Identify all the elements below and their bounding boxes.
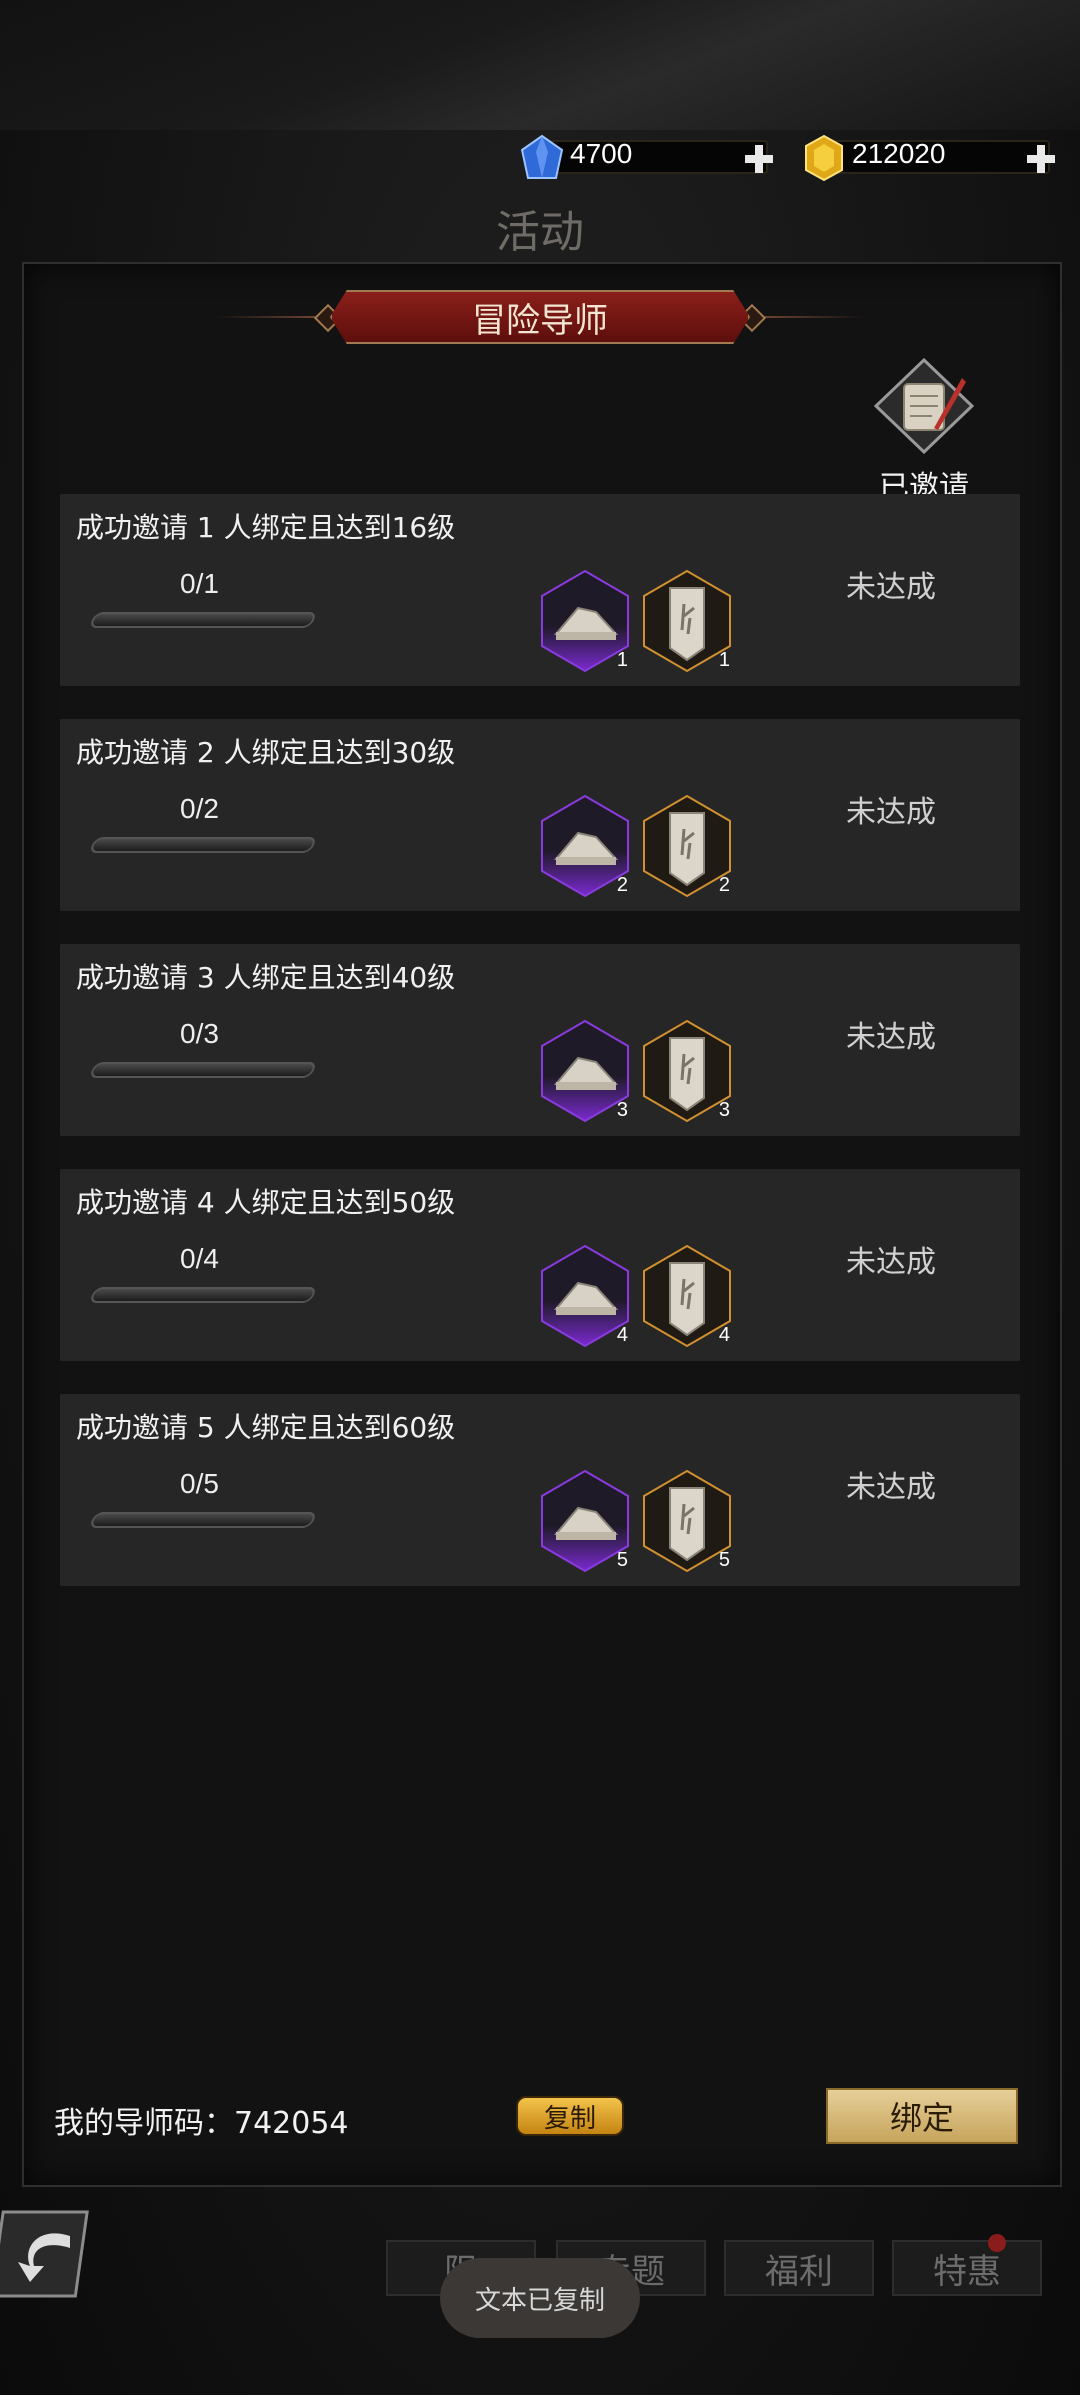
task-title: 成功邀请 2 人绑定且达到30级 [76, 736, 456, 769]
task-progress-text: 0/3 [180, 1018, 219, 1049]
gold-amount: 212020 [852, 138, 946, 169]
task-progress-bar [88, 837, 318, 853]
invited-button[interactable]: 已邀请 [868, 357, 980, 506]
task-row: 成功邀请 2 人绑定且达到30级 0/2 2 2 未达成 [60, 719, 1020, 911]
reward-item-banner[interactable]: 2 [640, 793, 734, 899]
toast-message: 文本已复制 [440, 2258, 640, 2338]
task-progress-fill [91, 614, 97, 626]
reward-item-banner[interactable]: 4 [640, 1243, 734, 1349]
task-progress-text: 0/5 [180, 1468, 219, 1499]
reward-item-banner[interactable]: 1 [640, 568, 734, 674]
task-progress-fill [91, 839, 97, 851]
scroll-quill-icon [873, 357, 975, 455]
task-status: 未达成 [846, 1245, 936, 1280]
add-diamond-icon[interactable] [742, 142, 776, 176]
reward-item-rock[interactable]: 5 [538, 1468, 632, 1574]
task-title: 成功邀请 4 人绑定且达到50级 [76, 1186, 456, 1219]
task-status: 未达成 [846, 795, 936, 830]
reward-count: 4 [718, 1324, 730, 1346]
banner-line-right [750, 316, 865, 318]
page-title: 活动 [496, 207, 584, 258]
task-row: 成功邀请 4 人绑定且达到50级 0/4 4 4 未达成 [60, 1169, 1020, 1361]
copy-button[interactable]: 复制 [516, 2096, 624, 2136]
tab-welfare[interactable]: 福利 [724, 2240, 874, 2296]
task-status: 未达成 [846, 1020, 936, 1055]
notification-dot [988, 2234, 1006, 2252]
blue-diamond-icon [520, 134, 564, 179]
reward-count: 3 [616, 1099, 628, 1121]
task-progress-bar [88, 612, 318, 628]
panel-title-banner: 冒险导师 [330, 290, 750, 344]
task-progress-text: 0/2 [180, 793, 219, 824]
task-progress-text: 0/4 [180, 1243, 219, 1274]
reward-item-rock[interactable]: 4 [538, 1243, 632, 1349]
reward-count: 2 [616, 874, 628, 896]
reward-item-banner[interactable]: 5 [640, 1468, 734, 1574]
reward-count: 4 [616, 1324, 628, 1346]
mentor-code-label: 我的导师码：742054 [54, 2106, 349, 2141]
task-title: 成功邀请 3 人绑定且达到40级 [76, 961, 456, 994]
panel-title: 冒险导师 [472, 300, 608, 341]
task-row: 成功邀请 5 人绑定且达到60级 0/5 5 5 未达成 [60, 1394, 1020, 1586]
reward-count: 3 [718, 1099, 730, 1121]
task-progress-bar [88, 1512, 318, 1528]
reward-count: 1 [718, 649, 730, 671]
task-title: 成功邀请 1 人绑定且达到16级 [76, 511, 456, 544]
reward-item-rock[interactable]: 1 [538, 568, 632, 674]
reward-count: 1 [616, 649, 628, 671]
task-progress-bar [88, 1287, 318, 1303]
reward-count: 2 [718, 874, 730, 896]
task-row: 成功邀请 1 人绑定且达到16级 0/1 1 1 未达成 [60, 494, 1020, 686]
status-bar-area [0, 0, 1080, 130]
reward-item-banner[interactable]: 3 [640, 1018, 734, 1124]
task-status: 未达成 [846, 1470, 936, 1505]
task-progress-fill [91, 1289, 97, 1301]
reward-item-rock[interactable]: 3 [538, 1018, 632, 1124]
diamond-amount: 4700 [570, 138, 633, 169]
add-gold-icon[interactable] [1024, 142, 1058, 176]
task-progress-bar [88, 1062, 318, 1078]
task-row: 成功邀请 3 人绑定且达到40级 0/3 3 3 未达成 [60, 944, 1020, 1136]
reward-item-rock[interactable]: 2 [538, 793, 632, 899]
task-status: 未达成 [846, 570, 936, 605]
gold-gem-icon [805, 134, 843, 182]
bind-button[interactable]: 绑定 [826, 2088, 1018, 2144]
task-progress-fill [91, 1064, 97, 1076]
reward-count: 5 [718, 1549, 730, 1571]
task-progress-fill [91, 1514, 97, 1526]
tab-special-offer[interactable]: 特惠 [892, 2240, 1042, 2296]
back-arrow-icon[interactable] [0, 2206, 96, 2302]
task-title: 成功邀请 5 人绑定且达到60级 [76, 1411, 456, 1444]
reward-count: 5 [616, 1549, 628, 1571]
task-progress-text: 0/1 [180, 568, 219, 599]
